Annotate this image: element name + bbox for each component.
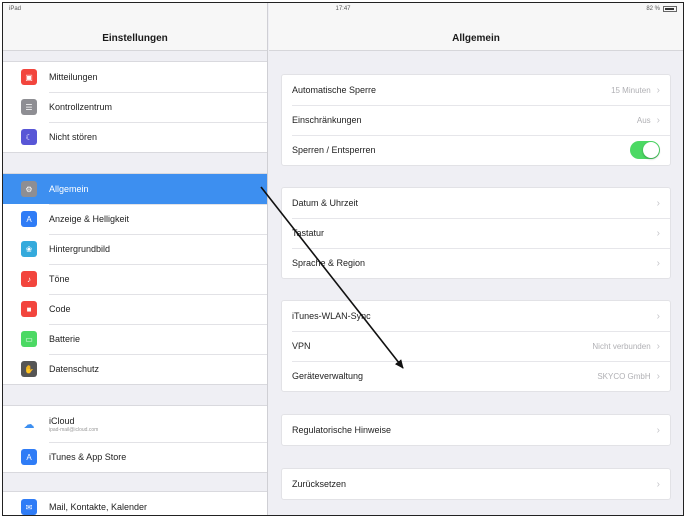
row-label: Datum & Uhrzeit	[292, 198, 359, 208]
row-value: Nicht verbunden	[592, 341, 651, 351]
chevron-right-icon: ›	[656, 370, 660, 382]
sidebar-item-label: iTunes & App Store	[49, 452, 127, 462]
settings-sidebar: Einstellungen ▣ Mitteilungen ☰ Kontrollz…	[3, 3, 268, 515]
wallpaper-icon: ❀	[21, 241, 37, 257]
chevron-right-icon: ›	[656, 197, 660, 209]
row-label: Einschränkungen	[292, 115, 362, 125]
row-label: Regulatorische Hinweise	[292, 425, 392, 435]
sidebar-item-label: Datenschutz	[49, 364, 100, 374]
sidebar-item-label: Anzeige & Helligkeit	[49, 214, 130, 224]
row-tastatur[interactable]: Tastatur ›	[282, 218, 670, 248]
row-itunes-wlan-sync[interactable]: iTunes-WLAN-Sync ›	[282, 301, 670, 331]
sidebar-group-4: ✉ Mail, Kontakte, Kalender	[3, 491, 267, 515]
hand-icon: ✋	[21, 361, 37, 377]
notifications-icon: ▣	[21, 69, 37, 85]
sidebar-item-label: Allgemein	[49, 184, 89, 194]
status-bar: iPad 17:47 82 %	[3, 3, 683, 17]
row-regulatorische-hinweise[interactable]: Regulatorische Hinweise ›	[282, 415, 670, 445]
row-value: Aus	[636, 115, 651, 125]
chevron-right-icon: ›	[656, 227, 660, 239]
sidebar-item-code[interactable]: ■ Code	[3, 294, 267, 324]
sidebar-item-label: Mitteilungen	[49, 72, 98, 82]
section-sync-vpn: iTunes-WLAN-Sync › VPN Nicht verbunden ›…	[281, 300, 671, 392]
row-sperren-entsperren: Sperren / Entsperren	[282, 135, 670, 165]
row-label: Sprache & Region	[292, 258, 366, 268]
chevron-right-icon: ›	[656, 310, 660, 322]
row-label: iTunes-WLAN-Sync	[292, 311, 371, 321]
sidebar-item-label: Code	[49, 304, 71, 314]
battery-icon: ▭	[21, 331, 37, 347]
general-settings-panel: Allgemein Automatische Sperre 15 Minuten…	[269, 3, 683, 515]
icloud-account: ipad-mail@icloud.com	[49, 426, 99, 433]
cloud-icon: ☁	[21, 416, 37, 432]
chevron-right-icon: ›	[656, 478, 660, 490]
sidebar-item-label: Töne	[49, 274, 70, 284]
sidebar-item-mitteilungen[interactable]: ▣ Mitteilungen	[3, 62, 267, 92]
chevron-right-icon: ›	[656, 114, 660, 126]
chevron-right-icon: ›	[656, 340, 660, 352]
sidebar-item-allgemein[interactable]: ⚙ Allgemein	[3, 174, 267, 204]
section-lock: Automatische Sperre 15 Minuten › Einschr…	[281, 74, 671, 166]
sidebar-item-batterie[interactable]: ▭ Batterie	[3, 324, 267, 354]
ipad-screen: Einstellungen ▣ Mitteilungen ☰ Kontrollz…	[2, 2, 684, 516]
row-sprache-region[interactable]: Sprache & Region ›	[282, 248, 670, 278]
display-icon: A	[21, 211, 37, 227]
sidebar-item-label: Mail, Kontakte, Kalender	[49, 502, 148, 512]
row-datum-uhrzeit[interactable]: Datum & Uhrzeit ›	[282, 188, 670, 218]
app-store-icon: A	[21, 449, 37, 465]
battery-icon	[663, 6, 677, 12]
row-zuruecksetzen[interactable]: Zurücksetzen ›	[282, 469, 670, 499]
row-label: Tastatur	[292, 228, 325, 238]
sidebar-item-mail[interactable]: ✉ Mail, Kontakte, Kalender	[3, 492, 267, 515]
chevron-right-icon: ›	[656, 424, 660, 436]
row-value: 15 Minuten	[611, 85, 651, 95]
sidebar-item-label: Batterie	[49, 334, 81, 344]
clock: 17:47	[335, 6, 351, 12]
section-date-keyboard: Datum & Uhrzeit › Tastatur › Sprache & R…	[281, 187, 671, 279]
moon-icon: ☾	[21, 129, 37, 145]
sidebar-item-nicht-stoeren[interactable]: ☾ Nicht stören	[3, 122, 267, 152]
sidebar-item-anzeige[interactable]: A Anzeige & Helligkeit	[3, 204, 267, 234]
row-automatische-sperre[interactable]: Automatische Sperre 15 Minuten ›	[282, 75, 670, 105]
control-center-icon: ☰	[21, 99, 37, 115]
row-vpn[interactable]: VPN Nicht verbunden ›	[282, 331, 670, 361]
row-label: Automatische Sperre	[292, 85, 377, 95]
sidebar-item-datenschutz[interactable]: ✋ Datenschutz	[3, 354, 267, 384]
section-regulatory: Regulatorische Hinweise ›	[281, 414, 671, 446]
mail-icon: ✉	[21, 499, 37, 515]
page-title: Allgemein	[452, 33, 500, 44]
sidebar-item-label: Hintergrundbild	[49, 244, 111, 254]
sidebar-item-kontrollzentrum[interactable]: ☰ Kontrollzentrum	[3, 92, 267, 122]
sidebar-item-hintergrundbild[interactable]: ❀ Hintergrundbild	[3, 234, 267, 264]
lock-icon: ■	[21, 301, 37, 317]
sidebar-item-label: Nicht stören	[49, 132, 98, 142]
row-label: Geräteverwaltung	[292, 371, 364, 381]
sidebar-title: Einstellungen	[102, 33, 168, 44]
chevron-right-icon: ›	[656, 257, 660, 269]
battery-status: 82 %	[646, 6, 677, 12]
sidebar-group-3: ☁ iCloud ipad-mail@icloud.com A iTunes &…	[3, 405, 267, 473]
speaker-icon: ♪	[21, 271, 37, 287]
row-label: Zurücksetzen	[292, 479, 347, 489]
row-einschraenkungen[interactable]: Einschränkungen Aus ›	[282, 105, 670, 135]
sidebar-item-icloud[interactable]: ☁ iCloud ipad-mail@icloud.com	[3, 406, 267, 442]
chevron-right-icon: ›	[656, 84, 660, 96]
row-value: SKYCO GmbH	[597, 371, 651, 381]
sidebar-item-itunes-app-store[interactable]: A iTunes & App Store	[3, 442, 267, 472]
sidebar-item-label: iCloud	[49, 415, 75, 426]
sidebar-item-label: Kontrollzentrum	[49, 102, 113, 112]
lock-unlock-toggle[interactable]	[630, 141, 660, 159]
gear-icon: ⚙	[21, 181, 37, 197]
sidebar-item-toene[interactable]: ♪ Töne	[3, 264, 267, 294]
row-label: VPN	[292, 341, 311, 351]
battery-percent: 82 %	[646, 6, 660, 12]
icloud-text: iCloud ipad-mail@icloud.com	[49, 416, 98, 433]
sidebar-group-1: ▣ Mitteilungen ☰ Kontrollzentrum ☾ Nicht…	[3, 61, 267, 153]
row-geraeteverwaltung[interactable]: Geräteverwaltung SKYCO GmbH ›	[282, 361, 670, 391]
row-label: Sperren / Entsperren	[292, 145, 376, 155]
section-reset: Zurücksetzen ›	[281, 468, 671, 500]
sidebar-group-2: ⚙ Allgemein A Anzeige & Helligkeit ❀ Hin…	[3, 173, 267, 385]
